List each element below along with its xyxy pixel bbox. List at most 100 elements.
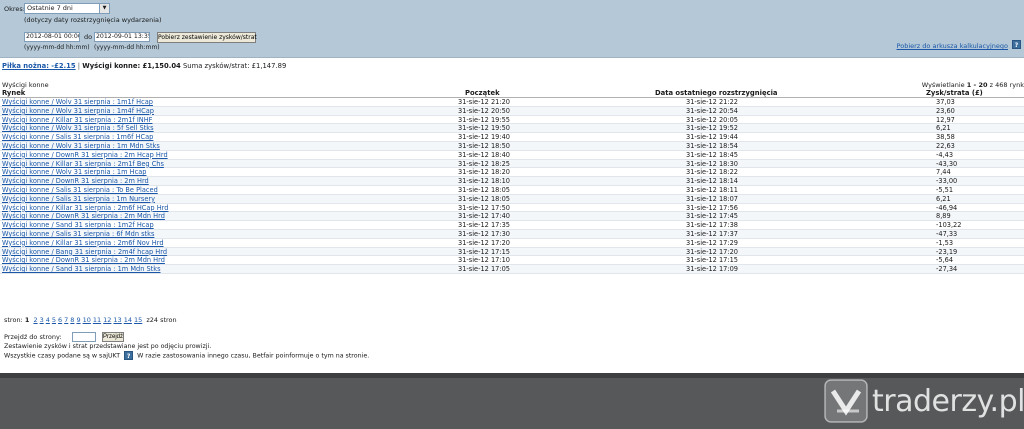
period-label: Okres: bbox=[4, 5, 25, 13]
pager-page-link[interactable]: 12 bbox=[103, 316, 111, 324]
market-link[interactable]: Wyścigi konne / DownR 31 sierpnia : 2m H… bbox=[2, 151, 168, 159]
pager-page-link[interactable]: 14 bbox=[124, 316, 132, 324]
start-time: 31-sie-12 17:40 bbox=[458, 212, 510, 221]
market-link[interactable]: Wyścigi konne / Sand 31 sierpnia : 1m2f … bbox=[2, 221, 154, 229]
fetch-report-button[interactable]: Pobierz zestawienie zysków/strat bbox=[157, 32, 257, 43]
table-row: Wyścigi konne / Salis 31 sierpnia : 6f M… bbox=[0, 229, 1024, 239]
table-body: Wyścigi konne / Wolv 31 sierpnia : 1m1f … bbox=[0, 98, 1024, 274]
summary-separator: | bbox=[77, 62, 81, 70]
help-icon[interactable]: ? bbox=[124, 351, 134, 360]
footer-band bbox=[0, 373, 1024, 429]
goto-page-label: Przejdź do strony: bbox=[4, 333, 62, 341]
market-link[interactable]: Wyścigi konne / Sand 31 sierpnia : 1m Md… bbox=[2, 265, 161, 273]
pager-page-link[interactable]: 11 bbox=[93, 316, 101, 324]
showing-range-value: 1 - 20 bbox=[966, 81, 988, 89]
market-link[interactable]: Wyścigi konne / Killar 31 sierpnia : 2m1… bbox=[2, 160, 164, 168]
date-from-input[interactable]: 2012-08-01 00:00 bbox=[24, 32, 80, 42]
profit-loss-value: -47,33 bbox=[936, 229, 958, 238]
start-time: 31-sie-12 19:55 bbox=[458, 115, 510, 124]
pagination: stron: 1 2 3 4 5 6 7 8 9 10 11 12 13 14 15 z24 stron bbox=[4, 316, 177, 324]
goto-page-input[interactable] bbox=[72, 332, 96, 342]
showing-range: Wyświetlanie 1 - 20 z 468 rynk bbox=[922, 81, 1024, 89]
header-profit-loss[interactable]: Zysk/strata (£) bbox=[926, 89, 983, 97]
chevron-down-icon[interactable]: ▼ bbox=[99, 4, 109, 13]
table-row: Wyścigi konne / DownR 31 sierpnia : 2m M… bbox=[0, 256, 1024, 266]
profit-loss-value: 38,58 bbox=[936, 133, 955, 142]
pager-page-link[interactable]: 9 bbox=[76, 316, 80, 324]
settled-time: 31-sie-12 20:05 bbox=[686, 115, 738, 124]
table-row: Wyścigi konne / Salis 31 sierpnia : To B… bbox=[0, 186, 1024, 195]
filter-panel: Okres: Ostatnie 7 dni ▼ (dotyczy daty ro… bbox=[0, 0, 1024, 58]
help-icon[interactable]: ? bbox=[1012, 40, 1021, 49]
start-time: 31-sie-12 18:20 bbox=[458, 168, 510, 177]
start-time: 31-sie-12 17:30 bbox=[458, 229, 510, 238]
pager-page-link[interactable]: 7 bbox=[64, 316, 68, 324]
period-hint: (dotyczy daty rozstrzygnięcia wydarzenia… bbox=[24, 16, 162, 24]
goto-page-button[interactable]: Przejdź bbox=[102, 332, 124, 342]
profit-loss-value: -4,43 bbox=[936, 150, 954, 159]
settled-time: 31-sie-12 21:22 bbox=[686, 98, 738, 106]
date-to-input[interactable]: 2012-09-01 13:35 bbox=[94, 32, 150, 42]
market-link[interactable]: Wyścigi konne / Wolv 31 sierpnia : 5f Se… bbox=[2, 124, 154, 132]
market-link[interactable]: Wyścigi konne / Killar 31 sierpnia : 2m6… bbox=[2, 239, 164, 247]
market-link[interactable]: Wyścigi konne / Bang 31 sierpnia : 2m4f … bbox=[2, 248, 167, 256]
profit-loss-value: -33,00 bbox=[936, 177, 958, 186]
market-link[interactable]: Wyścigi konne / Wolv 31 sierpnia : 1m1f … bbox=[2, 98, 153, 106]
pager-page-link[interactable]: 15 bbox=[134, 316, 142, 324]
start-time: 31-sie-12 21:20 bbox=[458, 98, 510, 106]
pager-page-link[interactable]: 2 bbox=[33, 316, 37, 324]
header-market[interactable]: Rynek bbox=[2, 89, 25, 97]
market-link[interactable]: Wyścigi konne / Salis 31 sierpnia : 6f M… bbox=[2, 230, 154, 238]
start-time: 31-sie-12 17:35 bbox=[458, 221, 510, 230]
section-title: Wyścigi konne bbox=[2, 81, 49, 89]
market-link[interactable]: Wyścigi konne / Wolv 31 sierpnia : 1m4f … bbox=[2, 107, 154, 115]
table-row: Wyścigi konne / Salis 31 sierpnia : 1m6f… bbox=[0, 133, 1024, 142]
table-row: Wyścigi konne / Wolv 31 sierpnia : 1m4f … bbox=[0, 106, 1024, 116]
market-link[interactable]: Wyścigi konne / Wolv 31 sierpnia : 1m Md… bbox=[2, 142, 160, 150]
football-total-link[interactable]: Piłka nożna: -£2.15 bbox=[2, 62, 76, 70]
pager-page-link[interactable]: 10 bbox=[83, 316, 91, 324]
market-link[interactable]: Wyścigi konne / Salis 31 sierpnia : 1m6f… bbox=[2, 133, 153, 141]
market-link[interactable]: Wyścigi konne / DownR 31 sierpnia : 2m M… bbox=[2, 256, 165, 264]
pager-page-link[interactable]: 8 bbox=[70, 316, 74, 324]
pager-page-link[interactable]: 5 bbox=[52, 316, 56, 324]
market-link[interactable]: Wyścigi konne / DownR 31 sierpnia : 2m M… bbox=[2, 212, 165, 220]
market-link[interactable]: Wyścigi konne / Salis 31 sierpnia : 1m N… bbox=[2, 195, 155, 203]
pager-page-link[interactable]: 13 bbox=[113, 316, 121, 324]
total-value: £1,147.89 bbox=[251, 62, 287, 70]
table-row: Wyścigi konne / Sand 31 sierpnia : 1m2f … bbox=[0, 221, 1024, 230]
pager-page-link[interactable]: 6 bbox=[58, 316, 62, 324]
pager-pages: 2 3 4 5 6 7 8 9 10 11 12 13 14 15 bbox=[33, 316, 144, 324]
showing-suffix: z 468 rynk bbox=[989, 81, 1024, 89]
settled-time: 31-sie-12 18:54 bbox=[686, 141, 738, 150]
start-time: 31-sie-12 18:40 bbox=[458, 150, 510, 159]
pl-summary: Piłka nożna: -£2.15 | Wyścigi konne: £1,… bbox=[2, 62, 286, 70]
profit-loss-value: 6,21 bbox=[936, 124, 951, 133]
profit-loss-value: -5,51 bbox=[936, 185, 954, 194]
pager-page-link[interactable]: 3 bbox=[40, 316, 44, 324]
profit-loss-value: -5,64 bbox=[936, 256, 954, 265]
pager-page-link[interactable]: 4 bbox=[46, 316, 50, 324]
start-time: 31-sie-12 17:10 bbox=[458, 256, 510, 265]
commission-note: Zestawienie zysków i strat przedstawiane… bbox=[4, 343, 212, 350]
table-row: Wyścigi konne / Sand 31 sierpnia : 1m Md… bbox=[0, 265, 1024, 274]
profit-loss-value: 23,60 bbox=[936, 106, 955, 115]
market-link[interactable]: Wyścigi konne / Wolv 31 sierpnia : 1m Hc… bbox=[2, 168, 146, 176]
period-select[interactable]: Ostatnie 7 dni ▼ bbox=[24, 3, 110, 14]
pager-suffix: z24 stron bbox=[146, 316, 177, 324]
market-link[interactable]: Wyścigi konne / Salis 31 sierpnia : To B… bbox=[2, 186, 158, 194]
settled-time: 31-sie-12 18:45 bbox=[686, 150, 738, 159]
settled-time: 31-sie-12 18:14 bbox=[686, 177, 738, 186]
table-row: Wyścigi konne / Killar 31 sierpnia : 2m1… bbox=[0, 159, 1024, 169]
table-row: Wyścigi konne / DownR 31 sierpnia : 2m M… bbox=[0, 212, 1024, 222]
market-link[interactable]: Wyścigi konne / Killar 31 sierpnia : 2m6… bbox=[2, 204, 168, 212]
market-link[interactable]: Wyścigi konne / Killar 31 sierpnia : 2m1… bbox=[2, 116, 152, 124]
header-settled[interactable]: Data ostatniego rozstrzygnięcia bbox=[655, 89, 778, 97]
settled-time: 31-sie-12 18:30 bbox=[686, 159, 738, 168]
header-start[interactable]: Początek bbox=[465, 89, 500, 97]
export-spreadsheet-link[interactable]: Pobierz do arkusza kalkulacyjnego bbox=[897, 42, 1008, 50]
markets-table: Rynek Początek Data ostatniego rozstrzyg… bbox=[0, 89, 1024, 274]
profit-loss-value: -46,94 bbox=[936, 203, 958, 212]
market-link[interactable]: Wyścigi konne / DownR 31 sierpnia : 2m H… bbox=[2, 177, 149, 185]
timezone-note: Wszystkie czasy podane są w sajUKT ? W r… bbox=[4, 351, 369, 360]
